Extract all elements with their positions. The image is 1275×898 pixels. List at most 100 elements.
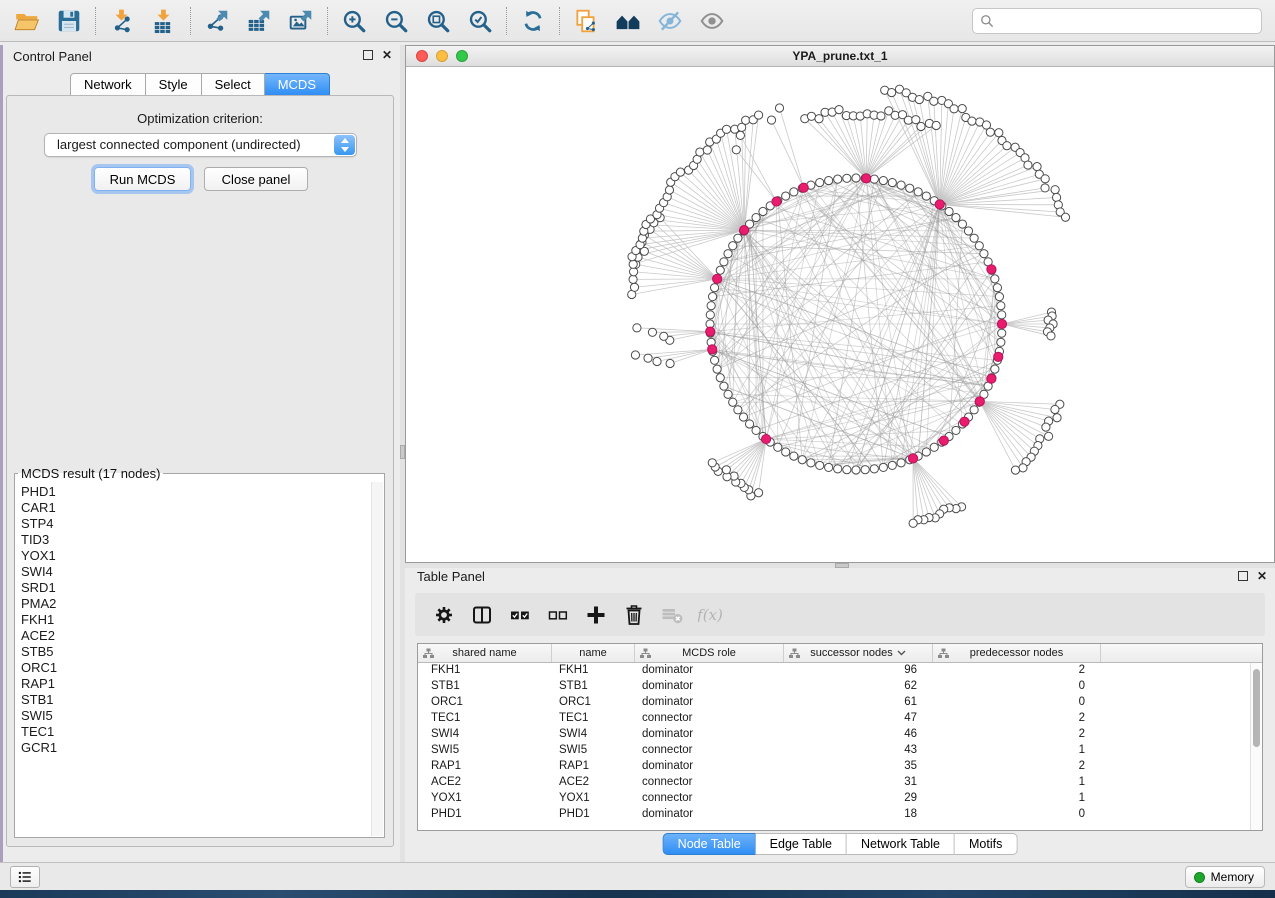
cell-shared-name[interactable]: TEC1: [418, 711, 552, 727]
table-row[interactable]: STB1STB1dominator620: [418, 679, 1262, 695]
cell-MCDS-role[interactable]: dominator: [635, 663, 784, 679]
cell-shared-name[interactable]: SWI4: [418, 727, 552, 743]
float-table-panel-icon[interactable]: [1238, 571, 1248, 581]
export-network-button[interactable]: [196, 4, 238, 38]
mcds-node[interactable]: [799, 183, 808, 192]
table-settings-button[interactable]: [425, 597, 463, 633]
table-row[interactable]: PHD1PHD1dominator180: [418, 807, 1262, 823]
tab-style[interactable]: Style: [146, 73, 202, 96]
table-row[interactable]: TEC1TEC1connector472: [418, 711, 1262, 727]
cell-successor-nodes[interactable]: 96: [784, 663, 933, 679]
mcds-result-item[interactable]: TEC1: [21, 724, 384, 740]
zoom-fit-button[interactable]: [417, 4, 459, 38]
table-row[interactable]: FKH1FKH1dominator962: [418, 663, 1262, 679]
mcds-node[interactable]: [994, 352, 1003, 361]
cell-successor-nodes[interactable]: 61: [784, 695, 933, 711]
export-image-button[interactable]: [280, 4, 322, 38]
delete-entry-button[interactable]: [615, 597, 653, 633]
save-session-button[interactable]: [48, 4, 90, 38]
mcds-result-scrollbar[interactable]: [371, 482, 383, 836]
cell-MCDS-role[interactable]: dominator: [635, 727, 784, 743]
mcds-node[interactable]: [762, 434, 771, 443]
duplicate-network-button[interactable]: [565, 4, 607, 38]
network-canvas[interactable]: [406, 67, 1274, 562]
zoom-in-button[interactable]: [333, 4, 375, 38]
import-table-button[interactable]: [143, 4, 185, 38]
refresh-button[interactable]: [512, 4, 554, 38]
mcds-result-item[interactable]: ORC1: [21, 660, 384, 676]
mcds-node[interactable]: [713, 274, 722, 283]
first-neighbors-button[interactable]: [607, 4, 649, 38]
mcds-result-item[interactable]: TID3: [21, 532, 384, 548]
mcds-node[interactable]: [935, 200, 944, 209]
mcds-node[interactable]: [908, 454, 917, 463]
cell-shared-name[interactable]: PHD1: [418, 807, 552, 823]
cell-MCDS-role[interactable]: dominator: [635, 807, 784, 823]
cell-successor-nodes[interactable]: 29: [784, 791, 933, 807]
cell-successor-nodes[interactable]: 47: [784, 711, 933, 727]
mcds-node[interactable]: [939, 436, 948, 445]
cell-MCDS-role[interactable]: connector: [635, 775, 784, 791]
cell-successor-nodes[interactable]: 31: [784, 775, 933, 791]
mcds-result-item[interactable]: SWI4: [21, 564, 384, 580]
column-header-predecessor-nodes[interactable]: predecessor nodes: [933, 644, 1101, 662]
column-header-successor-nodes[interactable]: successor nodes: [784, 644, 933, 662]
cell-name[interactable]: RAP1: [552, 759, 635, 775]
cell-successor-nodes[interactable]: 35: [784, 759, 933, 775]
tab-select[interactable]: Select: [202, 73, 265, 96]
memory-button[interactable]: Memory: [1185, 866, 1265, 888]
mcds-node[interactable]: [960, 417, 969, 426]
column-header-MCDS-role[interactable]: MCDS role: [635, 644, 784, 662]
export-table-button[interactable]: [238, 4, 280, 38]
optimization-criterion-select[interactable]: largest connected component (undirected): [44, 133, 357, 157]
cell-predecessor-nodes[interactable]: 0: [933, 679, 1101, 695]
cell-predecessor-nodes[interactable]: 0: [933, 695, 1101, 711]
table-scrollbar[interactable]: [1250, 663, 1262, 830]
mcds-result-item[interactable]: SRD1: [21, 580, 384, 596]
cell-predecessor-nodes[interactable]: 1: [933, 743, 1101, 759]
mcds-node[interactable]: [772, 197, 781, 206]
run-mcds-button[interactable]: Run MCDS: [94, 167, 191, 191]
mcds-result-item[interactable]: STB1: [21, 692, 384, 708]
mcds-node[interactable]: [706, 327, 715, 336]
mcds-node[interactable]: [987, 265, 996, 274]
column-visibility-button[interactable]: [463, 597, 501, 633]
cell-predecessor-nodes[interactable]: 1: [933, 791, 1101, 807]
zoom-out-button[interactable]: [375, 4, 417, 38]
tab-motifs[interactable]: Motifs: [955, 833, 1017, 855]
table-row[interactable]: YOX1YOX1connector291: [418, 791, 1262, 807]
cell-name[interactable]: ORC1: [552, 695, 635, 711]
cell-MCDS-role[interactable]: dominator: [635, 695, 784, 711]
cell-predecessor-nodes[interactable]: 2: [933, 759, 1101, 775]
table-row[interactable]: SWI4SWI4dominator462: [418, 727, 1262, 743]
mcds-result-item[interactable]: STB5: [21, 644, 384, 660]
cell-MCDS-role[interactable]: dominator: [635, 679, 784, 695]
mcds-result-item[interactable]: CAR1: [21, 500, 384, 516]
tab-mcds[interactable]: MCDS: [265, 73, 330, 96]
column-header-shared-name[interactable]: shared name: [418, 644, 552, 662]
mcds-result-item[interactable]: RAP1: [21, 676, 384, 692]
cell-successor-nodes[interactable]: 43: [784, 743, 933, 759]
search-input[interactable]: [999, 14, 1254, 29]
add-entry-button[interactable]: [577, 597, 615, 633]
mcds-result-item[interactable]: STP4: [21, 516, 384, 532]
cell-name[interactable]: PHD1: [552, 807, 635, 823]
deselect-all-button[interactable]: [539, 597, 577, 633]
tab-network-table[interactable]: Network Table: [847, 833, 955, 855]
open-file-button[interactable]: [6, 4, 48, 38]
close-table-panel-icon[interactable]: ✕: [1257, 570, 1267, 582]
cell-shared-name[interactable]: RAP1: [418, 759, 552, 775]
cell-predecessor-nodes[interactable]: 1: [933, 775, 1101, 791]
column-header-name[interactable]: name: [552, 644, 635, 662]
cell-name[interactable]: SWI4: [552, 727, 635, 743]
cell-shared-name[interactable]: STB1: [418, 679, 552, 695]
cell-successor-nodes[interactable]: 46: [784, 727, 933, 743]
cell-shared-name[interactable]: SWI5: [418, 743, 552, 759]
mcds-node[interactable]: [708, 345, 717, 354]
table-row[interactable]: SWI5SWI5connector431: [418, 743, 1262, 759]
table-row[interactable]: RAP1RAP1dominator352: [418, 759, 1262, 775]
cell-name[interactable]: STB1: [552, 679, 635, 695]
delete-table-button[interactable]: [653, 597, 691, 633]
table-row[interactable]: ORC1ORC1dominator610: [418, 695, 1262, 711]
cell-shared-name[interactable]: FKH1: [418, 663, 552, 679]
